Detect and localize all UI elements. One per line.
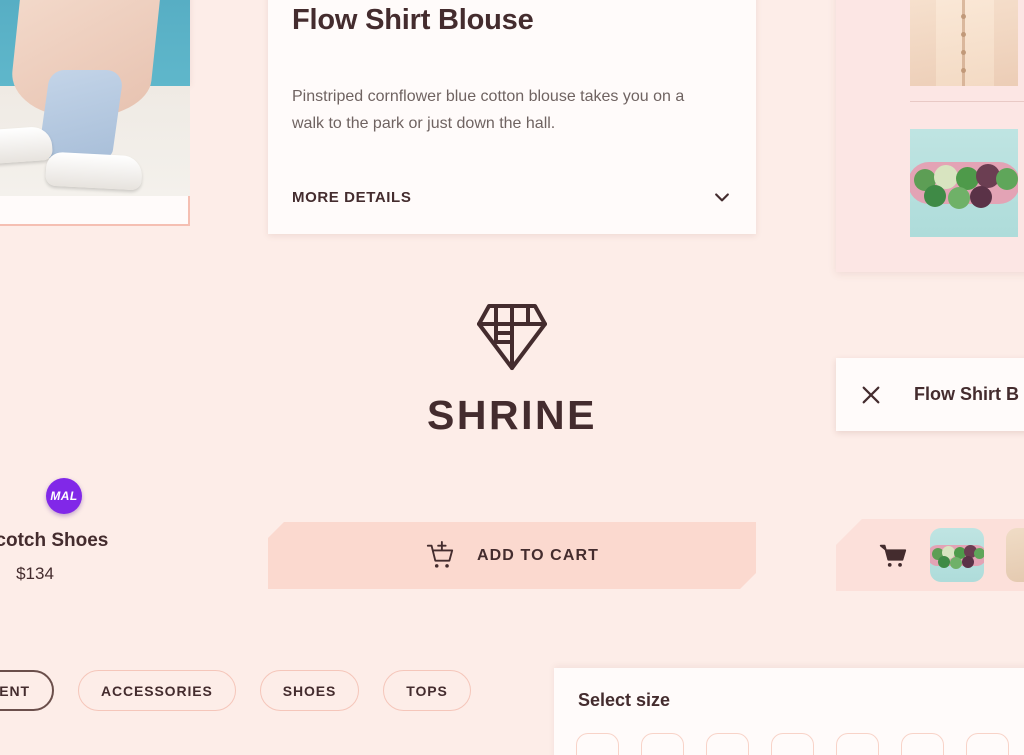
blouse-button — [961, 32, 966, 37]
cart-divider — [910, 101, 1024, 102]
size-chip[interactable] — [576, 733, 619, 755]
brand-block: SHRINE — [268, 300, 756, 439]
blouse-button — [961, 68, 966, 73]
cart-bar-thumbnail-plants[interactable] — [930, 528, 984, 582]
succulent — [962, 556, 974, 568]
size-chip[interactable] — [966, 733, 1009, 755]
close-icon[interactable] — [860, 384, 882, 406]
size-chip[interactable] — [836, 733, 879, 755]
shoes-photo — [0, 0, 190, 196]
succulent — [924, 185, 946, 207]
succulent — [938, 556, 950, 568]
size-chip[interactable] — [771, 733, 814, 755]
cart-item-thumbnail-plants[interactable] — [910, 129, 1018, 237]
add-to-cart-button[interactable]: ADD TO CART — [268, 522, 756, 589]
product-card-shoes[interactable] — [0, 0, 310, 288]
cart-plus-icon — [425, 541, 455, 571]
blouse-button — [961, 14, 966, 19]
snackbar: Flow Shirt B — [836, 358, 1024, 431]
sneaker-front — [45, 151, 143, 191]
size-option-row[interactable] — [576, 733, 1009, 755]
succulent — [948, 187, 970, 209]
category-chip-accessories[interactable]: ACCESSORIES — [77, 670, 236, 711]
cart-bar[interactable] — [836, 519, 1024, 591]
product-price: $134 — [16, 564, 54, 583]
product-description: Pinstriped cornflower blue cotton blouse… — [292, 88, 685, 132]
select-size-title: Select size — [578, 690, 671, 710]
add-to-cart-label: ADD TO CART — [476, 546, 600, 564]
size-chip[interactable] — [641, 733, 684, 755]
brand-name: SHRINE — [427, 392, 597, 438]
succulent — [970, 186, 992, 208]
app-stage: ode MAL opscotch Shoes $134 Flow Shirt B… — [0, 0, 1024, 755]
category-chip-tops[interactable]: TOPS — [383, 670, 471, 711]
blouse-body — [936, 0, 994, 86]
chevron-down-icon[interactable] — [712, 187, 732, 207]
mal-badge[interactable]: MAL — [46, 478, 82, 514]
category-chip-shoes[interactable]: SHOES — [259, 670, 360, 711]
size-chip[interactable] — [706, 733, 749, 755]
page-title: Flow Shirt Blouse — [292, 4, 534, 36]
succulent — [950, 557, 962, 569]
cart-icon[interactable] — [878, 540, 908, 570]
select-size-sheet: Select size — [554, 668, 1024, 755]
size-chip[interactable] — [901, 733, 944, 755]
product-title: opscotch Shoes — [0, 530, 109, 551]
more-details-toggle[interactable]: MORE DETAILS — [292, 184, 732, 210]
cart-item-thumbnail-blouse[interactable] — [910, 0, 1018, 86]
succulent — [996, 168, 1018, 190]
category-chip-department[interactable]: PARTMENT — [0, 670, 54, 711]
cart-sheet — [836, 0, 1024, 272]
sneaker-back — [0, 125, 54, 165]
cart-bar-thumbnail-next[interactable] — [1006, 528, 1024, 582]
snackbar-text: Flow Shirt B — [914, 384, 1019, 404]
diamond-icon — [477, 304, 547, 370]
blouse-button — [961, 50, 966, 55]
product-detail-card: Flow Shirt Blouse Pinstriped cornflower … — [268, 0, 756, 234]
blouse-placket — [962, 0, 965, 86]
succulent — [974, 548, 984, 559]
more-details-label: MORE DETAILS — [292, 188, 412, 206]
category-chip-row[interactable]: PARTMENT ACCESSORIES SHOES TOPS — [0, 670, 471, 711]
